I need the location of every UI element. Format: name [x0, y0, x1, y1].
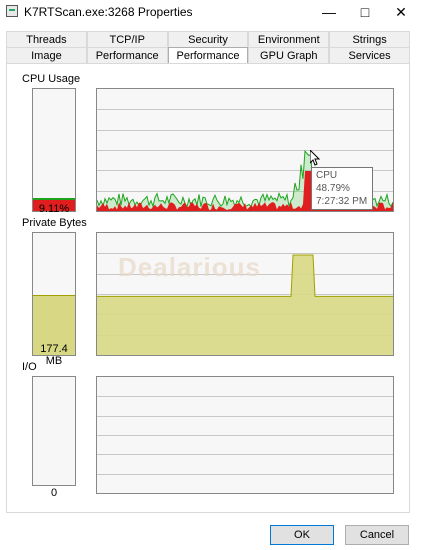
cpu-usage-label: CPU Usage [22, 73, 81, 85]
private-bytes-value: 177.4 MB [40, 343, 68, 367]
watermark-logo: Dealarious [118, 252, 261, 282]
tooltip-time: 7:27:32 PM [316, 196, 368, 207]
private-bytes-label: Private Bytes [22, 217, 87, 229]
cpu-tooltip: CPU 48.79% 7:27:32 PM [311, 167, 373, 210]
tab-threads[interactable]: Threads [6, 31, 87, 47]
tab-gpu-graph[interactable]: GPU Graph [248, 47, 330, 63]
io-meter [32, 376, 76, 486]
grid-lines [97, 396, 393, 475]
close-icon[interactable]: ✕ [383, 0, 419, 24]
maximize-icon[interactable]: □ [347, 0, 383, 24]
tab-tcpip[interactable]: TCP/IP [86, 31, 168, 47]
tab-security[interactable]: Security [167, 31, 249, 47]
tab-row-2: Image Performance Performance Graph GPU … [6, 47, 410, 78]
tooltip-value: 48.79% [316, 183, 350, 194]
tab-strings[interactable]: Strings [329, 31, 410, 47]
title-bar: K7RTScan.exe:3268 Properties — □ ✕ [0, 0, 421, 24]
private-bytes-graph[interactable] [96, 232, 394, 356]
private-bytes-meter [32, 232, 76, 356]
tab-image[interactable]: Image [6, 47, 87, 63]
app-icon [6, 5, 18, 17]
cpu-usage-value: 9.11% [38, 203, 70, 215]
io-label: I/O [22, 361, 37, 373]
tab-performance-graph[interactable]: Performance Graph [167, 47, 249, 78]
tab-environment[interactable]: Environment [248, 31, 330, 47]
tab-services[interactable]: Services [329, 47, 410, 63]
cpu-usage-meter [32, 88, 76, 212]
cancel-button[interactable]: Cancel [345, 525, 409, 545]
minimize-icon[interactable]: — [311, 0, 347, 24]
tooltip-title: CPU [316, 170, 338, 181]
window-title: K7RTScan.exe:3268 Properties [24, 5, 193, 19]
ok-button[interactable]: OK [270, 525, 334, 545]
tab-performance[interactable]: Performance [86, 47, 168, 63]
io-value: 0 [50, 487, 58, 499]
tab-row-1: Threads TCP/IP Security Environment Stri… [6, 31, 410, 47]
io-graph[interactable] [96, 376, 394, 494]
